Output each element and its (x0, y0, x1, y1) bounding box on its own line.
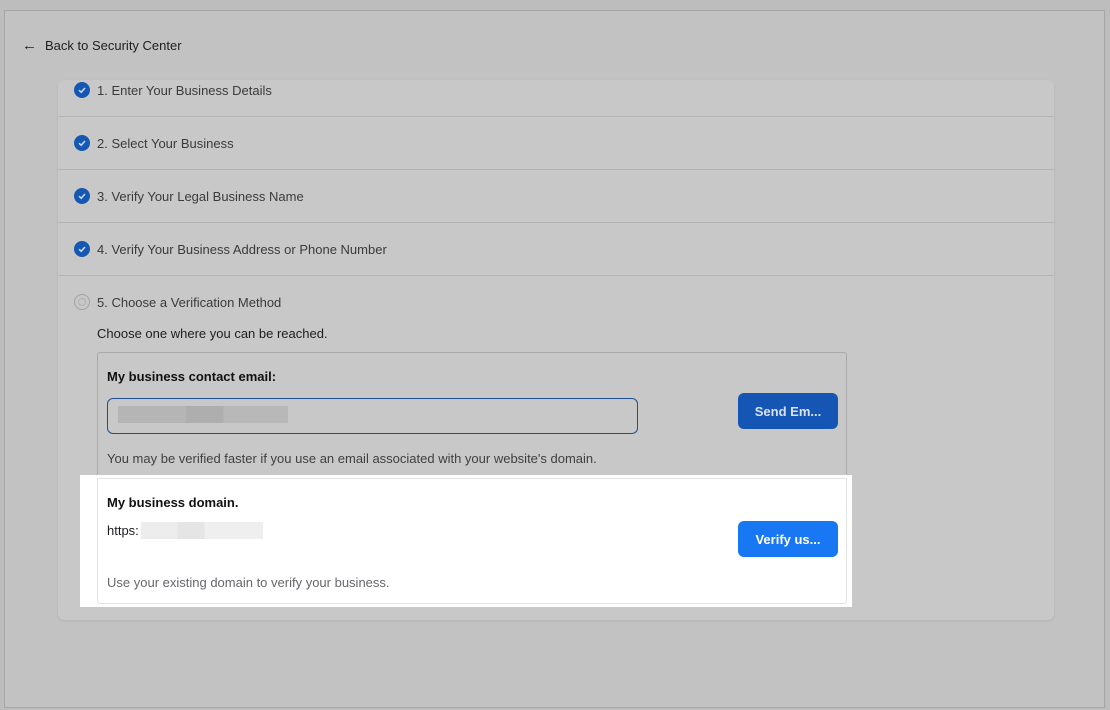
verification-instruction: Choose one where you can be reached. (97, 326, 328, 341)
verify-domain-button[interactable]: Verify us... (738, 521, 838, 557)
redacted-domain (140, 522, 263, 539)
check-circle-icon (74, 188, 90, 204)
radio-in-progress-icon (74, 294, 90, 310)
step-4-label: 4. Verify Your Business Address or Phone… (97, 241, 387, 257)
back-link-label: Back to Security Center (45, 38, 182, 53)
step-3[interactable]: 3. Verify Your Legal Business Name (58, 170, 1054, 223)
step-2[interactable]: 2. Select Your Business (58, 117, 1054, 170)
domain-option-highlight: My business domain. https: Verify us... … (80, 475, 852, 607)
arrow-left-icon: ← (22, 37, 37, 54)
email-field[interactable] (107, 398, 638, 434)
step-1-label: 1. Enter Your Business Details (97, 82, 272, 98)
domain-option: My business domain. https: Verify us... … (97, 478, 847, 604)
back-to-security-center-link[interactable]: ← Back to Security Center (22, 38, 182, 53)
check-circle-icon (74, 135, 90, 151)
email-option-title: My business contact email: (107, 369, 277, 384)
step-4[interactable]: 4. Verify Your Business Address or Phone… (58, 223, 1054, 276)
step-2-label: 2. Select Your Business (97, 135, 234, 151)
domain-url-prefix: https: (107, 523, 139, 538)
domain-url: https: (107, 522, 263, 539)
check-circle-icon (74, 82, 90, 98)
step-1[interactable]: 1. Enter Your Business Details (58, 64, 1054, 117)
domain-option-title: My business domain. (107, 495, 239, 510)
domain-help-text: Use your existing domain to verify your … (107, 575, 390, 590)
send-email-button[interactable]: Send Em... (738, 393, 838, 429)
step-3-label: 3. Verify Your Legal Business Name (97, 188, 304, 204)
step-5: 5. Choose a Verification Method (74, 294, 281, 310)
check-circle-icon (74, 241, 90, 257)
email-input[interactable] (108, 399, 637, 433)
step-5-label: 5. Choose a Verification Method (97, 294, 282, 310)
email-help-text: You may be verified faster if you use an… (107, 451, 597, 466)
